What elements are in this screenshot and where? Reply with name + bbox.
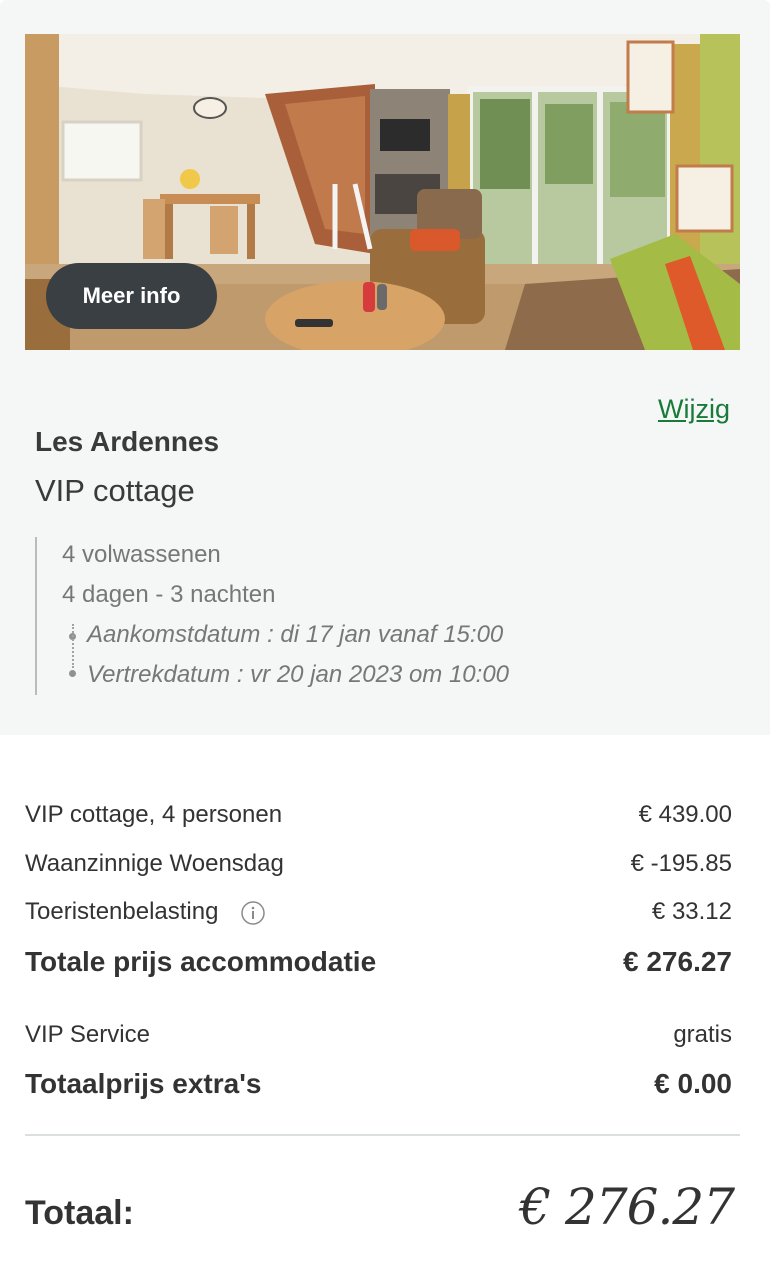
wijzig-link[interactable]: Wijzig: [658, 394, 730, 425]
extra-line-value: gratis: [673, 1021, 732, 1048]
grand-total-label: Totaal:: [25, 1194, 134, 1232]
accommodation-total-value: € 276.27: [623, 946, 732, 977]
arrival-date: Aankomstdatum : di 17 jan vanaf 15:00: [87, 621, 504, 648]
price-line-label: Waanzinnige Woensdag: [25, 850, 284, 877]
duration-text: 4 dagen - 3 nachten: [62, 581, 276, 608]
guests-text: 4 volwassenen: [62, 541, 221, 568]
booking-details: 4 volwassenen 4 dagen - 3 nachten Aankom…: [35, 537, 597, 695]
extras-total: Totaalprijs extra's € 0.00: [25, 1068, 732, 1100]
price-line-label: Toeristenbelasting: [25, 898, 219, 925]
timeline-dot-icon: [69, 670, 76, 677]
price-line-value: € -195.85: [630, 850, 732, 877]
accommodation-name: VIP cottage: [35, 473, 195, 508]
extra-line: VIP Service gratis: [25, 1019, 732, 1051]
info-icon[interactable]: [241, 900, 265, 925]
grand-total-value: € 276.27: [519, 1178, 735, 1236]
price-line-value: € 33.12: [651, 898, 732, 925]
extras-total-label: Totaalprijs extra's: [25, 1068, 262, 1099]
price-line: Toeristenbelasting € 33.12: [25, 896, 732, 928]
price-line-value: € 439.00: [638, 801, 732, 828]
departure-date: Vertrekdatum : vr 20 jan 2023 om 10:00: [87, 661, 510, 688]
divider: [25, 1134, 740, 1136]
price-line: VIP cottage, 4 personen € 439.00: [25, 799, 732, 831]
extras-total-value: € 0.00: [654, 1068, 732, 1099]
timeline-line: [72, 624, 74, 668]
accommodation-total: Totale prijs accommodatie € 276.27: [25, 946, 732, 978]
price-line-label-wrap: Toeristenbelasting: [25, 898, 265, 926]
price-line-label: VIP cottage, 4 personen: [25, 801, 283, 828]
meer-info-button[interactable]: Meer info: [46, 263, 217, 329]
price-line: Waanzinnige Woensdag € -195.85: [25, 848, 732, 880]
accommodation-total-label: Totale prijs accommodatie: [25, 946, 377, 977]
park-name: Les Ardennes: [35, 426, 220, 457]
extra-line-label: VIP Service: [25, 1021, 150, 1048]
